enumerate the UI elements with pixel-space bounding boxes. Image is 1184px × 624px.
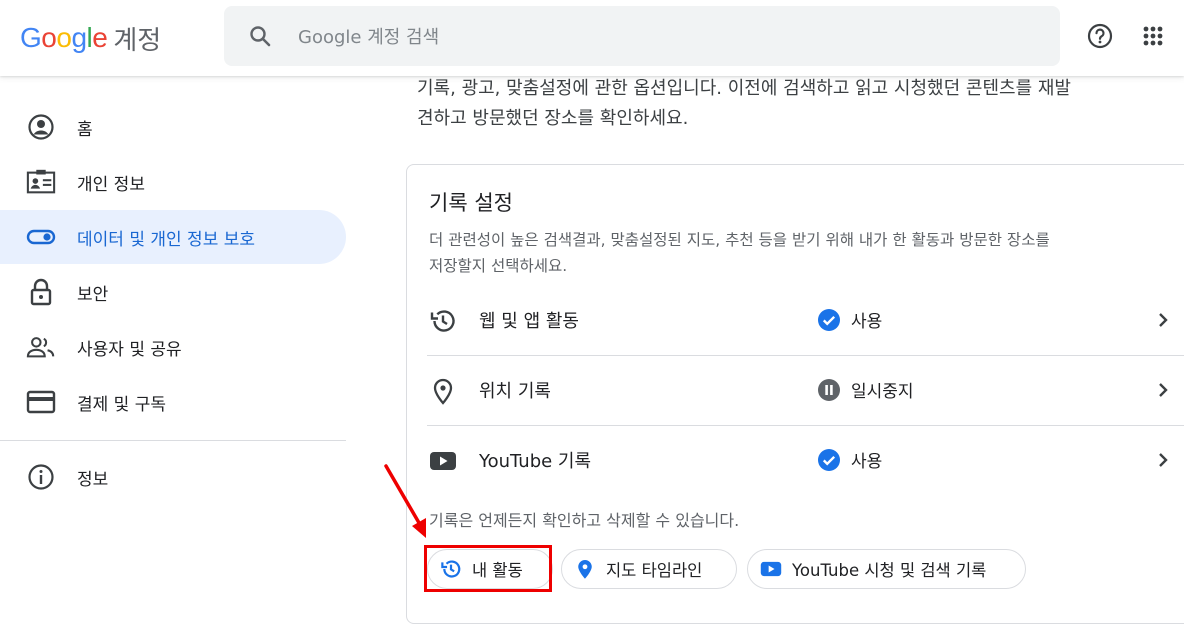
chevron-right-icon [1159,453,1168,467]
logo-suffix: 계정 [113,25,162,56]
highlight-box-annotation [424,545,552,592]
id-card-icon [26,167,56,197]
map-pin-icon [574,558,596,580]
sidebar-nav: 홈 개인 정보 데이터 및 개인 정보 보호 보안 사용자 및 공유 결제 및 … [0,76,348,597]
card-description-line: 더 관련성이 높은 검색결과, 맞춤설정된 지도, 추천 등을 받기 위해 내가… [429,231,1050,249]
maps-timeline-chip[interactable]: 지도 타임라인 [561,549,737,589]
check-circle-icon [818,449,840,471]
check-circle-icon [818,309,840,331]
chip-label: 지도 타임라인 [606,561,703,580]
chip-label: YouTube 시청 및 검색 기록 [792,561,987,580]
sidebar-item-label: 결제 및 구독 [77,394,167,415]
card-description: 더 관련성이 높은 검색결과, 맞춤설정된 지도, 추천 등을 받기 위해 내가… [429,227,1184,279]
google-logo: Google [20,22,108,54]
card-description-line: 저장할지 선택하세요. [429,257,568,275]
logo-letter: g [71,22,87,53]
row-label: 위치 기록 [479,381,551,402]
sidebar-item-label: 사용자 및 공유 [77,339,182,360]
row-label: 웹 및 앱 활동 [479,311,579,332]
history-row-location-history[interactable]: 위치 기록 일시중지 [427,355,1184,425]
sidebar-item-payments[interactable]: 결제 및 구독 [0,375,346,429]
logo-letter: o [41,22,57,53]
toggle-icon [26,222,56,252]
row-status: 사용 [851,452,883,472]
card-title: 기록 설정 [429,191,513,215]
search-bar[interactable]: Google 계정 검색 [224,6,1060,66]
row-status: 사용 [851,312,883,332]
apps-grid-icon[interactable] [1139,22,1167,50]
youtube-icon [760,558,782,580]
history-icon [429,307,457,335]
google-account-logo[interactable]: Google 계정 [20,18,161,58]
sidebar-item-people-sharing[interactable]: 사용자 및 공유 [0,320,346,374]
account-circle-icon [26,112,56,142]
chevron-right-icon [1159,383,1168,397]
lock-icon [26,277,56,307]
help-circle-icon[interactable] [1086,22,1114,50]
sidebar-item-label: 데이터 및 개인 정보 보호 [77,229,256,250]
chevron-right-icon [1159,313,1168,327]
youtube-history-chip[interactable]: YouTube 시청 및 검색 기록 [747,549,1026,589]
search-placeholder: Google 계정 검색 [298,27,440,48]
intro-line: 견하고 방문했던 장소를 확인하세요. [417,108,689,129]
section-intro: 기록, 광고, 맞춤설정에 관한 옵션입니다. 이전에 검색하고 읽고 시청했던… [417,74,1184,134]
sidebar-item-label: 보안 [77,284,109,305]
logo-letter: o [56,22,72,53]
intro-line: 기록, 광고, 맞춤설정에 관한 옵션입니다. 이전에 검색하고 읽고 시청했던… [417,78,1071,99]
top-app-bar: Google 계정 Google 계정 검색 [0,0,1184,76]
logo-letter: G [20,22,42,53]
row-label: YouTube 기록 [479,451,592,472]
sidebar-item-about[interactable]: 정보 [0,450,346,504]
sidebar-item-personal-info[interactable]: 개인 정보 [0,155,346,209]
logo-letter: e [92,22,108,53]
sidebar-item-label: 홈 [77,119,93,140]
row-status: 일시중지 [851,382,914,402]
sidebar-item-data-privacy[interactable]: 데이터 및 개인 정보 보호 [0,210,346,264]
sidebar-item-label: 정보 [77,469,109,490]
history-row-youtube-history[interactable]: YouTube 기록 사용 [427,425,1184,495]
pause-circle-icon [818,379,840,401]
history-note: 기록은 언제든지 확인하고 삭제할 수 있습니다. [429,511,740,530]
credit-card-icon [26,387,56,417]
sidebar-item-label: 개인 정보 [77,174,145,195]
history-row-web-app-activity[interactable]: 웹 및 앱 활동 사용 [427,285,1184,355]
info-icon [26,462,56,492]
people-icon [26,332,56,362]
search-icon [250,26,271,47]
location-pin-icon [429,377,457,405]
sidebar-item-home[interactable]: 홈 [0,100,346,154]
red-arrow-annotation [384,464,426,538]
sidebar-item-security[interactable]: 보안 [0,265,346,319]
sidebar-divider [0,440,346,441]
